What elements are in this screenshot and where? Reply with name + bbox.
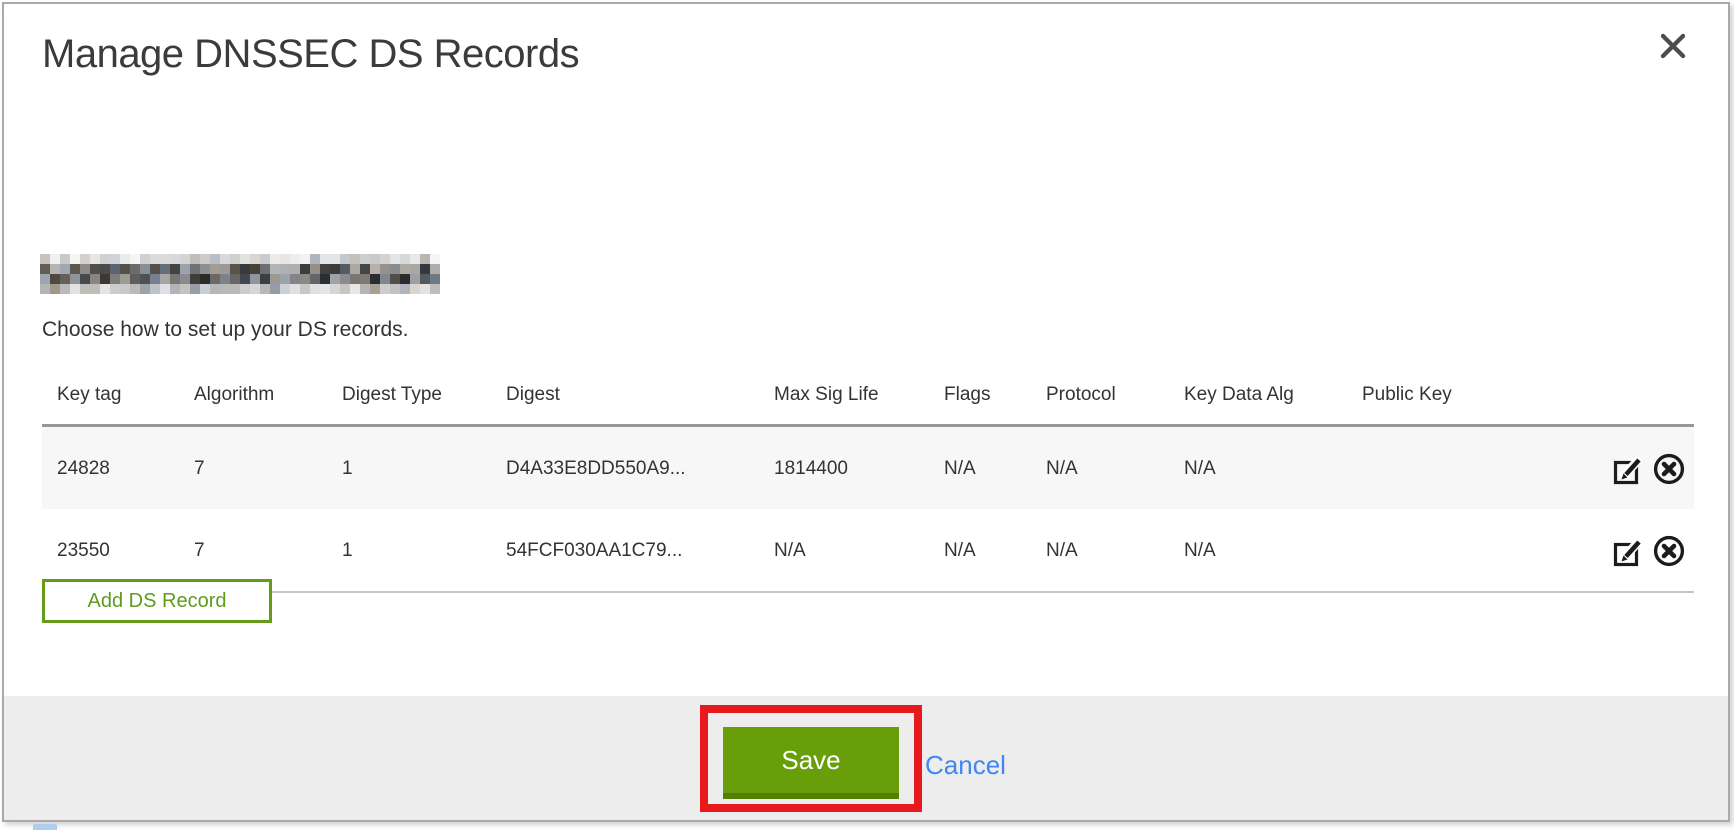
cell-algorithm: 7 <box>179 426 327 510</box>
column-header: Key tag <box>42 364 179 426</box>
close-button[interactable] <box>1656 30 1690 64</box>
delete-record-button[interactable] <box>1652 452 1686 486</box>
cell-digest-type: 1 <box>327 509 491 592</box>
cell-max-sig-life: N/A <box>759 509 929 592</box>
ds-records-table: Key tagAlgorithmDigest TypeDigestMax Sig… <box>42 364 1694 593</box>
cell-digest-type: 1 <box>327 426 491 510</box>
cell-protocol: N/A <box>1031 426 1169 510</box>
delete-record-button[interactable] <box>1652 534 1686 568</box>
cell-key-data-alg: N/A <box>1169 509 1347 592</box>
column-header: Flags <box>929 364 1031 426</box>
cell-key-tag: 24828 <box>42 426 179 510</box>
cell-flags: N/A <box>929 509 1031 592</box>
delete-x-icon <box>1652 534 1686 568</box>
background-page-fragment <box>33 824 57 830</box>
column-header: Key Data Alg <box>1169 364 1347 426</box>
modal-title: Manage DNSSEC DS Records <box>42 32 579 77</box>
page-background: Manage DNSSEC DS Records Choose how to s… <box>0 0 1734 830</box>
table-row: 2482871D4A33E8DD550A9...1814400N/AN/AN/A <box>42 426 1694 510</box>
delete-x-icon <box>1652 452 1686 486</box>
cell-protocol: N/A <box>1031 509 1169 592</box>
column-header: Max Sig Life <box>759 364 929 426</box>
cell-key-data-alg: N/A <box>1169 426 1347 510</box>
column-header: Digest Type <box>327 364 491 426</box>
instruction-text: Choose how to set up your DS records. <box>42 318 409 342</box>
cell-flags: N/A <box>929 426 1031 510</box>
cell-digest: D4A33E8DD550A9... <box>491 426 759 510</box>
save-highlight-annotation: Save <box>700 705 922 812</box>
column-header-actions <box>1593 364 1694 426</box>
cell-digest: 54FCF030AA1C79... <box>491 509 759 592</box>
table-header: Key tagAlgorithmDigest TypeDigestMax Sig… <box>42 364 1694 426</box>
column-header: Digest <box>491 364 759 426</box>
cell-public-key <box>1347 509 1593 592</box>
ds-records-table-wrap: Key tagAlgorithmDigest TypeDigestMax Sig… <box>42 364 1694 593</box>
table-header-row: Key tagAlgorithmDigest TypeDigestMax Sig… <box>42 364 1694 426</box>
cell-actions <box>1593 509 1694 592</box>
cell-actions <box>1593 426 1694 510</box>
cell-public-key <box>1347 426 1593 510</box>
redacted-domain <box>40 254 440 294</box>
save-button[interactable]: Save <box>723 727 899 799</box>
close-icon <box>1658 31 1688 61</box>
dnssec-modal: Manage DNSSEC DS Records Choose how to s… <box>2 2 1730 822</box>
table-row: 235507154FCF030AA1C79...N/AN/AN/AN/A <box>42 509 1694 592</box>
edit-icon <box>1612 534 1648 568</box>
column-header: Algorithm <box>179 364 327 426</box>
add-ds-record-button[interactable]: Add DS Record <box>42 579 272 623</box>
edit-record-button[interactable] <box>1612 534 1648 568</box>
column-header: Public Key <box>1347 364 1593 426</box>
column-header: Protocol <box>1031 364 1169 426</box>
edit-record-button[interactable] <box>1612 452 1648 486</box>
edit-icon <box>1612 452 1648 486</box>
cell-max-sig-life: 1814400 <box>759 426 929 510</box>
modal-footer: Save Cancel <box>4 696 1728 820</box>
ds-table-body: 2482871D4A33E8DD550A9...1814400N/AN/AN/A… <box>42 426 1694 593</box>
cancel-link[interactable]: Cancel <box>925 750 1006 781</box>
